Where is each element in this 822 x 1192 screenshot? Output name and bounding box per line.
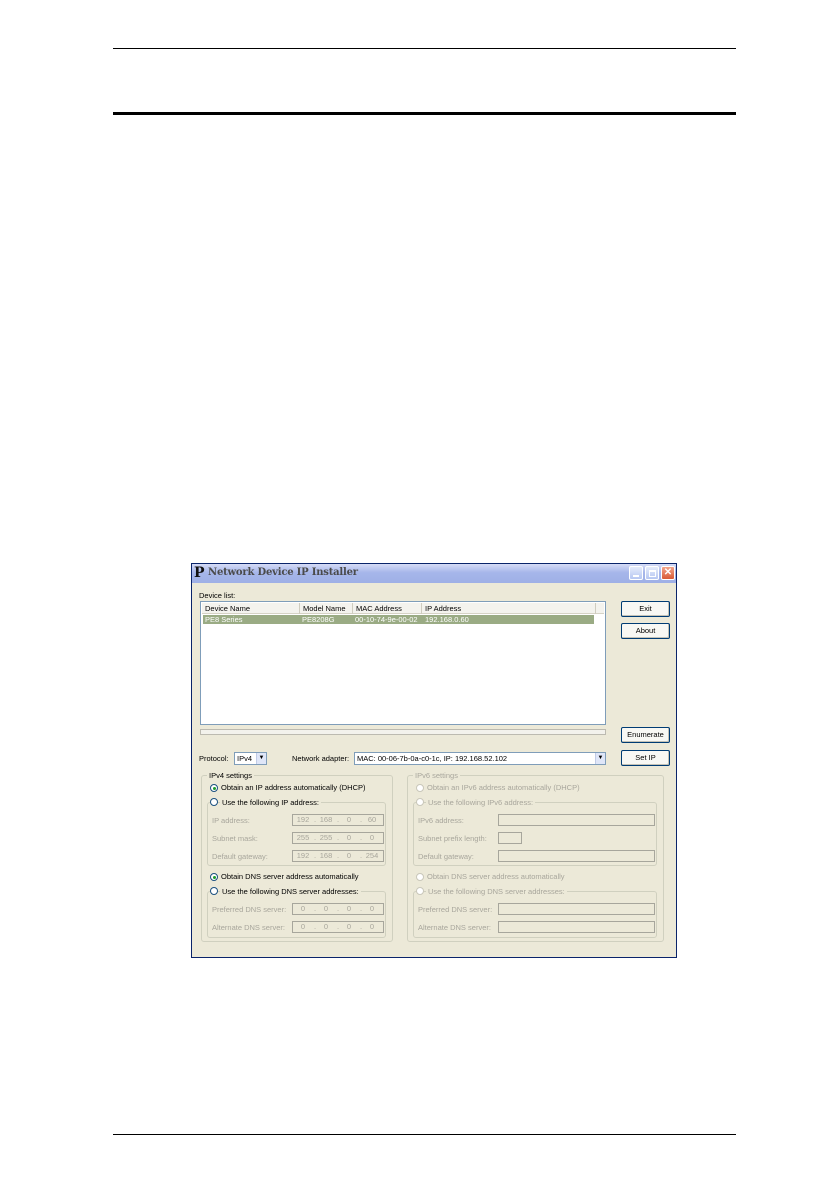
table-row[interactable]: PE8 Series PE8208G 00-10-74-9e-00-02 192…: [203, 615, 594, 624]
default-gateway-field[interactable]: 192. 168. 0. 254: [292, 850, 384, 862]
obtain-ip-auto-radio[interactable]: [210, 784, 218, 792]
use-following-ip-radio[interactable]: [210, 798, 218, 806]
subnet-mask-field[interactable]: 255. 255. 0. 0: [292, 832, 384, 844]
ipv6-preferred-dns-label: Preferred DNS server:: [418, 905, 493, 914]
device-list[interactable]: Device Name Model Name MAC Address IP Ad…: [200, 601, 606, 725]
ipv4-settings-title: IPv4 settings: [207, 771, 254, 780]
ipv6-alternate-dns-field[interactable]: [498, 921, 655, 933]
protocol-select[interactable]: IPv4 ▼: [234, 752, 267, 765]
obtain-ip-auto-label[interactable]: Obtain an IP address automatically (DHCP…: [221, 783, 366, 792]
static-ipv6-dns-group: Use the following DNS server addresses: …: [413, 887, 657, 938]
ip-address-cell: 192.168.0.60: [425, 615, 469, 624]
network-adapter-label: Network adapter:: [292, 754, 350, 763]
ip-address-label: IP address:: [212, 816, 250, 825]
use-following-dns-label[interactable]: Use the following DNS server addresses:: [220, 887, 361, 896]
static-ipv6-group: Use the following IPv6 address: IPv6 add…: [413, 798, 657, 866]
title-bar[interactable]: P Network Device IP Installer ✕: [192, 564, 676, 583]
static-dns-group: Use the following DNS server addresses: …: [207, 887, 386, 938]
obtain-dns-auto-radio[interactable]: [210, 873, 218, 881]
protocol-label: Protocol:: [199, 754, 229, 763]
page-header-rule: [113, 48, 736, 49]
section-title-rule: [113, 112, 736, 115]
ipv6-alternate-dns-label: Alternate DNS server:: [418, 923, 491, 932]
use-following-ipv6-radio[interactable]: [416, 798, 424, 806]
maximize-icon[interactable]: [645, 566, 659, 580]
window-title: Network Device IP Installer: [208, 567, 358, 578]
alternate-dns-label: Alternate DNS server:: [212, 923, 285, 932]
ip-installer-window: P Network Device IP Installer ✕ Device l…: [191, 563, 677, 958]
network-adapter-select[interactable]: MAC: 00-06-7b-0a-c0-1c, IP: 192.168.52.1…: [354, 752, 606, 765]
ipv6-settings-group: IPv6 settings Obtain an IPv6 address aut…: [407, 771, 664, 942]
column-model-name[interactable]: Model Name: [300, 603, 353, 614]
mac-address-cell: 00-10-74-9e-00-02: [355, 615, 418, 624]
ipv6-settings-title: IPv6 settings: [413, 771, 460, 780]
app-logo-icon: P: [194, 565, 205, 581]
preferred-dns-field[interactable]: 0. 0. 0. 0: [292, 903, 384, 915]
ipv6-gateway-label: Default gateway:: [418, 852, 474, 861]
default-gateway-label: Default gateway:: [212, 852, 268, 861]
use-following-ipv6-label[interactable]: Use the following IPv6 address:: [426, 798, 536, 807]
page-footer-rule: [113, 1134, 736, 1135]
static-ip-group: Use the following IP address: IP address…: [207, 798, 386, 866]
column-device-name[interactable]: Device Name: [202, 603, 300, 614]
column-ip-address[interactable]: IP Address: [422, 603, 596, 614]
use-following-dns-radio[interactable]: [210, 887, 218, 895]
ipv6-address-field[interactable]: [498, 814, 655, 826]
preferred-dns-label: Preferred DNS server:: [212, 905, 287, 914]
obtain-ipv6-auto-radio[interactable]: [416, 784, 424, 792]
subnet-prefix-label: Subnet prefix length:: [418, 834, 487, 843]
device-list-label: Device list:: [199, 591, 236, 600]
use-following-ipv6-dns-label[interactable]: Use the following DNS server addresses:: [426, 887, 567, 896]
subnet-prefix-field[interactable]: [498, 832, 522, 844]
ipv6-preferred-dns-field[interactable]: [498, 903, 655, 915]
ip-address-field[interactable]: 192. 168. 0. 60: [292, 814, 384, 826]
subnet-mask-label: Subnet mask:: [212, 834, 258, 843]
use-following-ipv6-dns-radio[interactable]: [416, 887, 424, 895]
column-mac-address[interactable]: MAC Address: [353, 603, 422, 614]
alternate-dns-field[interactable]: 0. 0. 0. 0: [292, 921, 384, 933]
device-list-scrollbar[interactable]: [200, 729, 606, 735]
chevron-down-icon: ▼: [256, 753, 266, 764]
obtain-dns-auto-label[interactable]: Obtain DNS server address automatically: [221, 872, 359, 881]
protocol-value: IPv4: [237, 754, 253, 763]
exit-button[interactable]: Exit: [621, 601, 670, 617]
close-icon[interactable]: ✕: [661, 566, 675, 580]
network-adapter-value: MAC: 00-06-7b-0a-c0-1c, IP: 192.168.52.1…: [357, 754, 508, 763]
device-name-cell: PE8 Series: [205, 615, 243, 624]
ipv6-address-label: IPv6 address:: [418, 816, 464, 825]
ipv4-settings-group: IPv4 settings Obtain an IP address autom…: [201, 771, 393, 942]
obtain-ipv6-dns-auto-radio[interactable]: [416, 873, 424, 881]
about-button[interactable]: About: [621, 623, 670, 639]
ipv6-gateway-field[interactable]: [498, 850, 655, 862]
use-following-ip-label[interactable]: Use the following IP address:: [220, 798, 321, 807]
obtain-ipv6-auto-label[interactable]: Obtain an IPv6 address automatically (DH…: [427, 783, 580, 792]
chevron-down-icon: ▼: [595, 753, 605, 764]
set-ip-button[interactable]: Set IP: [621, 750, 670, 766]
enumerate-button[interactable]: Enumerate: [621, 727, 670, 743]
minimize-icon[interactable]: [629, 566, 643, 580]
model-name-cell: PE8208G: [302, 615, 335, 624]
device-list-header: Device Name Model Name MAC Address IP Ad…: [202, 603, 604, 614]
obtain-ipv6-dns-auto-label[interactable]: Obtain DNS server address automatically: [427, 872, 565, 881]
